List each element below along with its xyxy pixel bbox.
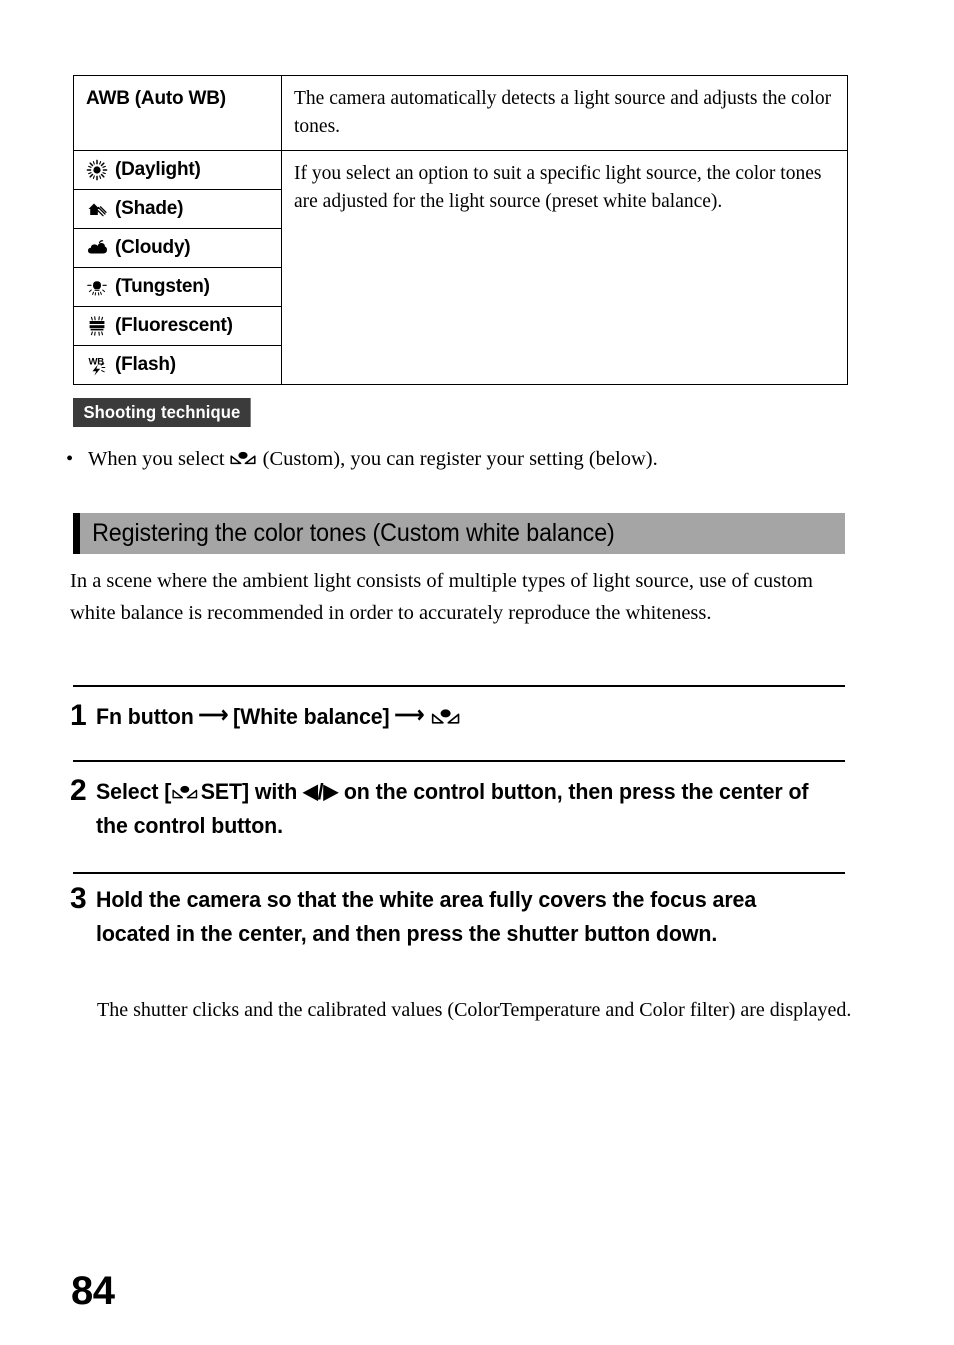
section-intro-paragraph: In a scene where the ambient light consi…: [70, 570, 813, 624]
table-cell-description-awb: The camera automatically detects a light…: [281, 74, 848, 152]
table-cell-mode-fluorescent: (Fluorescent): [73, 306, 282, 347]
svg-text:WB: WB: [89, 357, 105, 368]
step-1-text: Fn button ⟶ [White balance] ⟶: [96, 700, 822, 734]
table-cell-mode-flash: WB (Flash): [73, 345, 282, 386]
daylight-label: (Daylight): [115, 159, 201, 181]
step-divider-3: [73, 872, 845, 874]
step-2-part-1: Select [: [95, 779, 171, 804]
shooting-technique-badge: Shooting technique: [73, 398, 251, 428]
section-title: Registering the color tones (Custom whit…: [92, 519, 615, 547]
page-number: 84: [71, 1269, 115, 1313]
step-2-number: 2: [70, 774, 87, 807]
table-cell-mode-awb: AWB (Auto WB): [73, 74, 282, 152]
white-balance-table: AWB (Auto WB) The camera automatically d…: [73, 74, 848, 386]
preset-description: If you select an option to suit a specif…: [294, 163, 822, 213]
cloudy-label: (Cloudy): [115, 237, 191, 259]
fluorescent-label: (Fluorescent): [115, 315, 233, 337]
awb-description: The camera automatically detects a light…: [294, 88, 832, 137]
step-2-part-2: SET] with: [200, 779, 297, 804]
arrow-left-triangle-icon: ◀: [302, 781, 318, 803]
table-cell-mode-daylight: (Daylight): [73, 150, 282, 191]
table-cell-mode-tungsten: (Tungsten): [73, 267, 282, 308]
section-header: Registering the color tones (Custom whit…: [73, 513, 845, 554]
table-cell-mode-cloudy: (Cloudy): [73, 228, 282, 269]
arrow-right-icon: ⟶: [198, 702, 228, 727]
table-row-awb: AWB (Auto WB) The camera automatically d…: [73, 74, 848, 152]
step-1-part-1: Fn button: [95, 704, 194, 729]
step-3-number: 3: [70, 882, 87, 915]
shade-house-icon: [86, 198, 108, 220]
bullet-text-after: (Custom), you can register your setting …: [262, 448, 658, 470]
table-cell-mode-shade: (Shade): [73, 189, 282, 230]
bullet-text-before: When you select: [88, 448, 225, 470]
step-divider-1: [73, 685, 845, 687]
tungsten-bulb-icon: [86, 276, 108, 298]
page-canvas: AWB (Auto WB) The camera automatically d…: [0, 0, 954, 1345]
table-row-daylight: (Daylight) If you select an option to su…: [73, 150, 848, 386]
step-2-text: Select [ SET] with ◀/▶ on the control bu…: [96, 775, 822, 844]
step-divider-2: [73, 760, 845, 762]
tungsten-label: (Tungsten): [115, 276, 210, 298]
bullet-marker: •: [66, 448, 74, 470]
step-2: 2 Select [ SET] with ◀/▶ on the control …: [70, 775, 860, 844]
custom-wb-icon: [172, 783, 198, 802]
arrow-right-triangle-icon: ▶: [323, 781, 338, 803]
awb-label: AWB (Auto WB): [86, 88, 226, 109]
step-3-text: Hold the camera so that the white area f…: [95, 887, 756, 947]
sun-icon: [86, 159, 108, 181]
flash-label: (Flash): [115, 354, 176, 376]
step-1: 1 Fn button ⟶ [White balance] ⟶: [70, 700, 860, 734]
arrow-right-icon-2: ⟶: [394, 702, 424, 727]
step-3-note: The shutter clicks and the calibrated va…: [97, 999, 852, 1021]
step-3: 3 Hold the camera so that the white area…: [70, 883, 860, 952]
cloud-icon: [86, 237, 108, 259]
table-cell-description-presets: If you select an option to suit a specif…: [281, 150, 848, 386]
step-1-number: 1: [70, 699, 87, 732]
custom-wb-icon: [431, 706, 460, 728]
fluorescent-tube-icon: [86, 315, 108, 337]
flash-wb-icon: WB: [86, 354, 108, 376]
step-1-part-2: [White balance]: [232, 704, 390, 729]
custom-wb-icon: [230, 449, 256, 468]
shade-label: (Shade): [115, 198, 184, 220]
shooting-technique-bullet: • When you select (Custom), you can regi…: [66, 446, 866, 473]
section-accent-bar: [73, 513, 80, 554]
